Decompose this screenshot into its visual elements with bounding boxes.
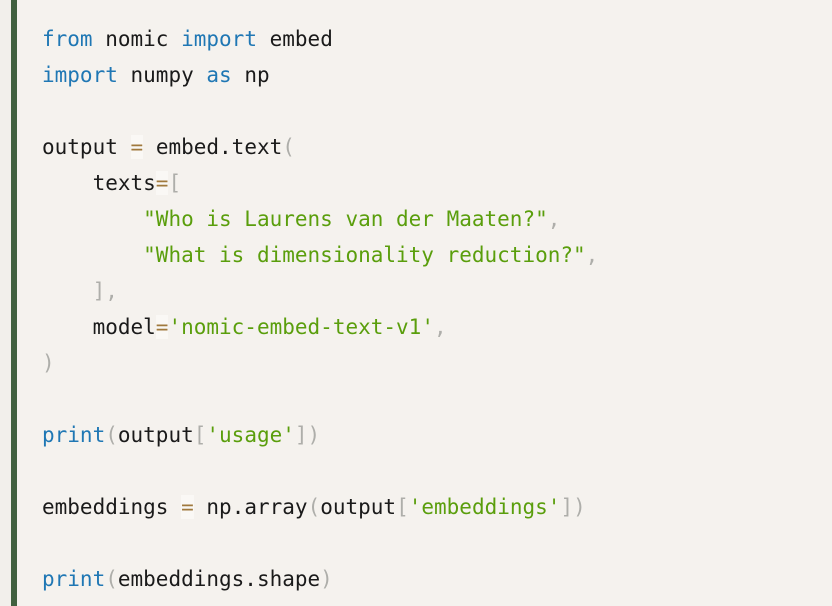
code-line: print(output['usage']) [42, 417, 832, 453]
code-token-string: "Who is Laurens van der Maaten?" [143, 207, 548, 231]
code-token-punct: , [585, 243, 599, 267]
code-token-punct: [ [168, 171, 182, 195]
code-token-punct: ( [105, 423, 118, 447]
code-token-name: embed.text [155, 135, 283, 159]
code-line: embeddings = np.array(output['embeddings… [42, 489, 832, 525]
code-token-punct: [ [193, 423, 207, 447]
code-token-string: 'usage' [206, 423, 295, 447]
code-token-punct: ) [320, 567, 333, 591]
code-token-name: output [42, 135, 118, 159]
code-token-operator: = [155, 171, 169, 195]
code-lines[interactable]: from nomic import embed import numpy as n… [42, 21, 832, 597]
code-token-name: np.array [206, 495, 308, 519]
left-gutter-strip [0, 0, 11, 606]
code-token-builtin: print [42, 423, 106, 447]
code-token-builtin: print [42, 567, 106, 591]
code-token-string: 'nomic-embed-text-v1' [168, 315, 434, 339]
code-token-name: embeddings.shape [117, 567, 321, 591]
code-block: from nomic import embed import numpy as n… [0, 0, 832, 606]
code-line: output = embed.text( [42, 129, 832, 165]
code-token-punct: , [433, 315, 447, 339]
code-token-name: output [320, 495, 397, 519]
code-token-punct: ]) [294, 423, 321, 447]
code-token-keyword: as [206, 63, 232, 87]
code-surface[interactable]: from nomic import embed import numpy as n… [17, 0, 832, 606]
code-token-punct: ( [307, 495, 321, 519]
code-token-operator: = [155, 315, 169, 339]
code-token-operator: = [130, 135, 144, 159]
code-token-name: embed [269, 27, 333, 51]
code-line: import numpy as np [42, 57, 832, 93]
code-token-punct: ( [282, 135, 295, 159]
code-token-name: nomic [105, 27, 169, 51]
code-line: from nomic import embed [42, 21, 832, 57]
code-line: "Who is Laurens van der Maaten?", [42, 201, 832, 237]
code-token-punct: , [547, 207, 561, 231]
code-token-keyword: import [42, 63, 118, 87]
code-token-keyword: import [181, 27, 257, 51]
code-token-punct: ]) [560, 495, 586, 519]
code-line: "What is dimensionality reduction?", [42, 237, 832, 273]
code-token-name: texts [42, 171, 156, 195]
code-token-name: np [244, 63, 270, 87]
code-token-keyword: from [42, 27, 93, 51]
code-line: model='nomic-embed-text-v1', [42, 309, 832, 345]
code-token-operator: = [181, 495, 194, 519]
code-token-punct: ) [42, 351, 55, 375]
code-token-name: output [117, 423, 194, 447]
code-token-punct: ], [92, 279, 118, 303]
code-line: ) [42, 345, 832, 381]
code-token-name: model [42, 315, 156, 339]
code-token-string: 'embeddings' [408, 495, 561, 519]
code-token-name: embeddings [42, 495, 169, 519]
code-token-name: numpy [130, 63, 194, 87]
code-token-punct: [ [396, 495, 409, 519]
code-line: print(embeddings.shape) [42, 561, 832, 597]
code-line: ], [42, 273, 832, 309]
code-token-punct: ( [105, 567, 118, 591]
code-line: texts=[ [42, 165, 832, 201]
code-token-string: "What is dimensionality reduction?" [143, 243, 586, 267]
